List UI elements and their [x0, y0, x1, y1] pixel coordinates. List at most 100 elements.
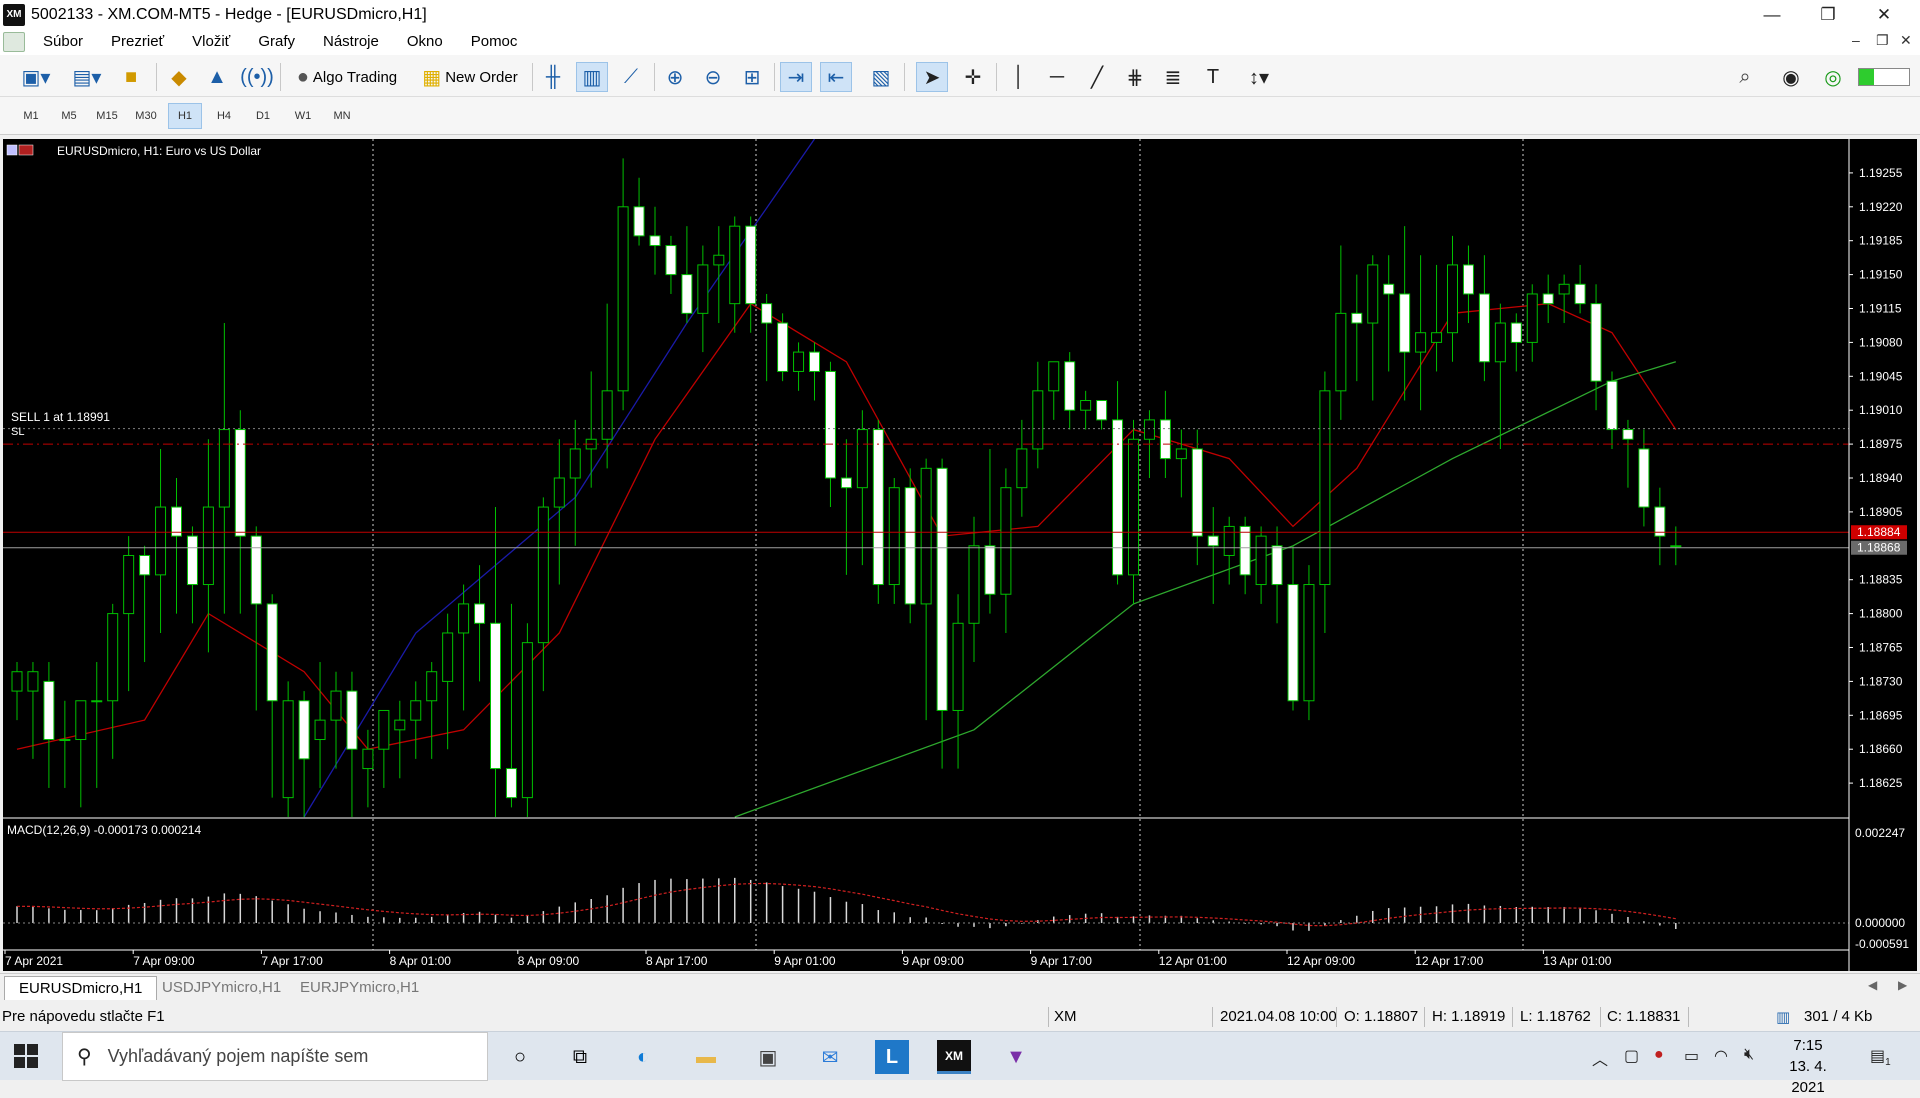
mdi-restore-button[interactable]: ❐ [1876, 32, 1889, 49]
templates-icon[interactable]: ▧ [866, 62, 896, 92]
profiles-icon[interactable]: ▤▾ [64, 62, 110, 92]
line-chart-icon[interactable]: ⟋ [616, 62, 646, 92]
fibonacci-icon[interactable]: ≣ [1158, 62, 1188, 92]
tray-app-icon[interactable]: ▢ [1624, 1046, 1639, 1066]
minimize-button[interactable]: — [1744, 0, 1800, 29]
lvl-icon[interactable]: ◎ [1818, 62, 1848, 92]
taskbar-clock[interactable]: 7:15 13. 4. 2021 [1778, 1035, 1838, 1098]
candle-body [266, 603, 278, 702]
terminal-icon[interactable]: ▲ [202, 62, 232, 92]
tf-m1[interactable]: M1 [14, 103, 48, 129]
tray-chevron-icon[interactable]: ︿ [1592, 1046, 1608, 1070]
horizontal-line-icon[interactable]: ─ [1042, 62, 1072, 92]
price-chart[interactable]: 1.19255 1.19220 1.19185 1.19150 1.19115 1.190… [3, 139, 1917, 971]
menu-insert[interactable]: Vložiť [178, 29, 244, 55]
tile-windows-icon[interactable]: ⊞ [736, 62, 768, 92]
taskbar-search-box[interactable]: ⚲ Vyhľadávaný pojem napíšte sem [62, 1032, 488, 1081]
tf-mn[interactable]: MN [325, 103, 359, 129]
zoom-out-icon[interactable]: ⊖ [698, 62, 728, 92]
account-icon[interactable]: ◉ [1776, 62, 1806, 92]
algo-trading-button[interactable]: ● Algo Trading [288, 62, 406, 92]
text-tool-icon[interactable]: T [1198, 62, 1228, 92]
tabs-scroll-right-icon[interactable]: ▶ [1898, 978, 1907, 992]
candle-body [872, 429, 884, 586]
crosshair-icon[interactable]: ✛ [958, 62, 988, 92]
candle-body [314, 719, 326, 741]
candle-body [394, 719, 406, 731]
tf-m15[interactable]: M15 [90, 103, 124, 129]
close-button[interactable]: ✕ [1856, 0, 1912, 29]
candlestick-chart-icon[interactable]: ▥ [576, 62, 608, 92]
candle-body [346, 690, 358, 750]
market-watch-icon[interactable]: ■ [116, 62, 146, 92]
tf-m5[interactable]: M5 [52, 103, 86, 129]
candle-body [952, 622, 964, 711]
tf-m30[interactable]: M30 [129, 103, 163, 129]
tray-antivirus-icon[interactable]: ● [1654, 1046, 1664, 1064]
new-chart-icon[interactable]: ▣▾ [14, 62, 58, 92]
menu-help[interactable]: Pomoc [457, 29, 532, 55]
search-icon[interactable]: ⌕ [1730, 62, 1760, 92]
signal-strength-icon [1856, 62, 1912, 92]
purple-app-icon[interactable]: ▼ [999, 1040, 1033, 1074]
time-tick-label: 8 Apr 01:00 [390, 954, 452, 968]
tf-w1[interactable]: W1 [286, 103, 320, 129]
taskbar: ⚲ Vyhľadávaný pojem napíšte sem ○ ⧉ ◐ ▬ … [0, 1031, 1920, 1096]
mail-icon[interactable]: ✉ [813, 1040, 847, 1074]
candle-body [1128, 438, 1139, 576]
menu-view[interactable]: Prezrieť [97, 29, 178, 55]
vertical-line-icon[interactable]: │ [1004, 62, 1034, 92]
connection-icon[interactable]: ▥ [1776, 1008, 1790, 1026]
chart-shift-icon[interactable]: ⇤ [820, 62, 852, 92]
menu-file[interactable]: Súbor [29, 29, 97, 55]
l-app-icon[interactable]: L [875, 1040, 909, 1074]
wifi-icon[interactable]: ◠ [1714, 1046, 1728, 1066]
task-view-icon[interactable]: ⧉ [563, 1040, 597, 1074]
tf-h4[interactable]: H4 [207, 103, 241, 129]
menu-tools[interactable]: Nástroje [309, 29, 393, 55]
chart-area[interactable]: 1.19255 1.19220 1.19185 1.19150 1.19115 1.190… [3, 139, 1917, 971]
cursor-icon[interactable]: ➤ [916, 62, 948, 92]
xm-app-icon[interactable]: XM [937, 1040, 971, 1074]
candle-body [43, 680, 55, 741]
candle-body [458, 603, 470, 634]
cortana-icon[interactable]: ○ [503, 1040, 537, 1074]
candle-body [537, 506, 549, 644]
candle-body [91, 700, 103, 703]
volume-icon[interactable]: 🔇︎ [1744, 1046, 1754, 1064]
candle-body [824, 370, 836, 479]
new-order-button[interactable]: ▦ New Order [416, 62, 524, 92]
macd-label: MACD(12,26,9) -0.000173 0.000214 [7, 823, 201, 837]
menu-window[interactable]: Okno [393, 29, 457, 55]
time-tick-label: 12 Apr 17:00 [1415, 954, 1483, 968]
mdi-minimize-button[interactable]: – [1852, 32, 1860, 48]
battery-icon[interactable]: ▭ [1684, 1046, 1699, 1066]
windows-start-icon[interactable] [14, 1044, 38, 1068]
signals-icon[interactable]: ((•)) [240, 62, 274, 92]
file-explorer-icon[interactable]: ▬ [689, 1040, 723, 1074]
candle-body [11, 671, 23, 692]
time-tick-label: 8 Apr 09:00 [518, 954, 580, 968]
trendline-icon[interactable]: ╱ [1082, 62, 1112, 92]
tab-usdjpymicro[interactable]: USDJPYmicro,H1 [148, 976, 295, 1000]
zoom-in-icon[interactable]: ⊕ [660, 62, 690, 92]
autoscroll-icon[interactable]: ⇥ [780, 62, 812, 92]
bar-chart-icon[interactable]: ╫ [538, 62, 568, 92]
chart-window-icon[interactable] [3, 32, 25, 52]
navigator-icon[interactable]: ◆ [164, 62, 194, 92]
store-icon[interactable]: ▣ [751, 1040, 785, 1074]
arrows-tool-icon[interactable]: ↕▾ [1238, 62, 1280, 92]
tab-eurjpymicro[interactable]: EURJPYmicro,H1 [286, 976, 433, 1000]
tf-h1[interactable]: H1 [168, 103, 202, 129]
candle-body [474, 603, 486, 624]
maximize-button[interactable]: ❐ [1800, 0, 1856, 29]
notifications-icon[interactable]: ▤1 [1870, 1046, 1891, 1068]
menu-charts[interactable]: Grafy [244, 29, 309, 55]
mdi-close-button[interactable]: ✕ [1900, 32, 1912, 49]
channel-icon[interactable]: ⋕ [1120, 62, 1150, 92]
tf-d1[interactable]: D1 [246, 103, 280, 129]
edge-icon[interactable]: ◐ [626, 1040, 660, 1074]
toolbar: ▣▾ ▤▾ ■ ◆ ▲ ((•)) ● Algo Trading ▦ New Ord… [0, 55, 1920, 97]
tabs-scroll-left-icon[interactable]: ◀ [1868, 978, 1877, 992]
tab-eurusdmicro[interactable]: EURUSDmicro,H1 [4, 976, 158, 1000]
